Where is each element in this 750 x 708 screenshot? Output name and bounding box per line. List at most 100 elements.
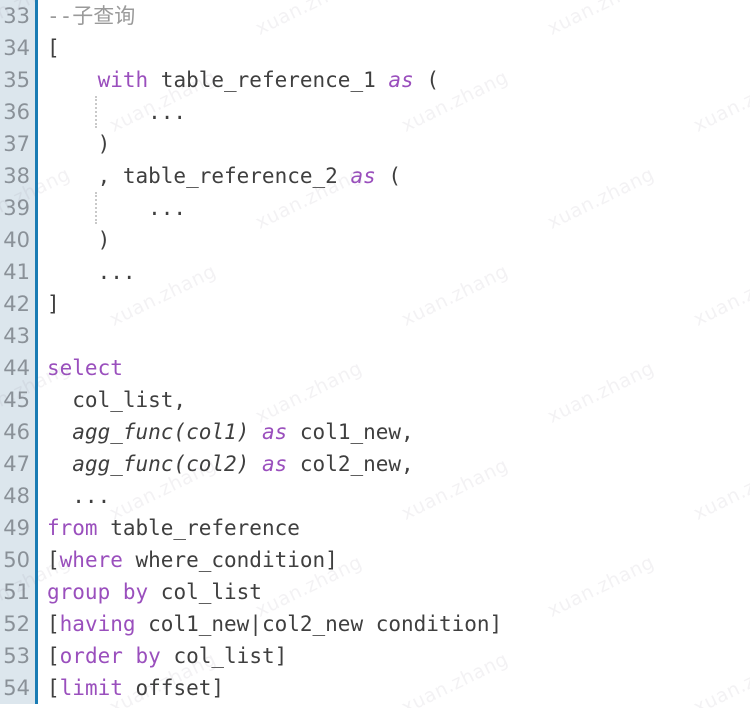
line-code[interactable]: --子查询 [38,0,750,32]
line-number[interactable]: 40 [0,224,38,256]
code-token: col_list, [47,388,187,412]
line-number[interactable]: 53 [0,640,38,672]
line-code[interactable]: ... [38,96,750,128]
line-number[interactable]: 38 [0,160,38,192]
line-number[interactable]: 45 [0,384,38,416]
code-token: as [261,452,288,476]
line-number[interactable]: 51 [0,576,38,608]
code-token: table_reference [97,516,300,540]
code-token: with [97,68,149,92]
code-line[interactable]: 41 ... [0,256,750,288]
line-number[interactable]: 46 [0,416,38,448]
code-editor[interactable]: 33 --子查询 34 [35 with table_reference_1 as (… [0,0,750,708]
line-code[interactable]: ... [38,192,750,224]
code-line[interactable]: 50 [where where_condition] [0,544,750,576]
line-code[interactable]: [where where_condition] [38,544,750,576]
line-number[interactable]: 50 [0,544,38,576]
line-code[interactable]: group by col_list [38,576,750,608]
line-number[interactable]: 44 [0,352,38,384]
code-token: select [47,356,123,380]
line-number[interactable]: 35 [0,64,38,96]
code-token: as [350,164,376,188]
line-number[interactable]: 37 [0,128,38,160]
code-token: agg_func(col1) [72,420,250,444]
code-token: group by [47,580,149,604]
code-token: ) [47,228,111,252]
line-code[interactable]: ] [38,288,750,320]
line-code[interactable]: , table_reference_2 as ( [38,160,750,192]
line-number[interactable]: 34 [0,32,38,64]
line-code[interactable]: [having col1_new|col2_new condition] [38,608,750,640]
code-line[interactable]: 48 ... [0,480,750,512]
line-code[interactable]: [ [38,32,750,64]
line-number[interactable]: 49 [0,512,38,544]
code-token: ) [47,132,111,156]
code-token: agg_func(col2) [72,452,250,476]
code-token: ] [47,292,60,316]
line-code[interactable]: select [38,352,750,384]
code-line[interactable]: 46 agg_func(col1) as col1_new, [0,416,750,448]
code-line[interactable]: 45 col_list, [0,384,750,416]
code-token: col1_new, [287,420,414,444]
line-code[interactable]: col_list, [38,384,750,416]
line-number[interactable]: 41 [0,256,38,288]
line-number[interactable]: 43 [0,320,38,352]
code-token: ... [47,484,111,508]
line-code[interactable]: ) [38,224,750,256]
line-number[interactable]: 52 [0,608,38,640]
code-token: col2_new, [287,452,414,476]
code-token: ( [375,164,402,188]
code-token: --子查询 [47,4,136,28]
code-line[interactable]: 53 [order by col_list] [0,640,750,672]
code-line[interactable]: 43 [0,320,750,352]
code-line[interactable]: 44 select [0,352,750,384]
line-number[interactable]: 33 [0,0,38,32]
line-code[interactable]: ... [38,256,750,288]
line-number[interactable]: 36 [0,96,38,128]
code-token: where_condition] [122,548,338,572]
code-line[interactable]: 49 from table_reference [0,512,750,544]
code-line[interactable]: 34 [ [0,32,750,64]
line-number[interactable]: 39 [0,192,38,224]
code-token: offset] [122,676,225,700]
code-line[interactable]: 54 [limit offset] [0,672,750,704]
line-number[interactable]: 42 [0,288,38,320]
line-code[interactable] [38,320,750,352]
code-token: col_list [148,580,262,604]
code-line[interactable]: 52 [having col1_new|col2_new condition] [0,608,750,640]
code-token: as [261,420,288,444]
line-code[interactable]: agg_func(col1) as col1_new, [38,416,750,448]
code-line[interactable]: 47 agg_func(col2) as col2_new, [0,448,750,480]
code-token: where [59,548,123,572]
code-line[interactable]: 42] [0,288,750,320]
line-code[interactable]: with table_reference_1 as ( [38,64,750,96]
line-number[interactable]: 54 [0,672,38,704]
line-code[interactable]: ... [38,480,750,512]
line-code[interactable]: ) [38,128,750,160]
code-line[interactable]: 38 , table_reference_2 as ( [0,160,750,192]
code-line[interactable]: 33 --子查询 [0,0,750,32]
line-code[interactable]: from table_reference [38,512,750,544]
code-token: [ [47,644,60,668]
code-token: [ [47,36,60,60]
line-code[interactable]: agg_func(col2) as col2_new, [38,448,750,480]
code-lines-container[interactable]: 33 --子查询 34 [35 with table_reference_1 as (… [0,0,750,708]
code-line[interactable]: 36 ... [0,96,750,128]
code-token: ... [47,196,187,220]
code-line[interactable]: 51 group by col_list [0,576,750,608]
line-code[interactable]: [limit offset] [38,672,750,704]
code-line[interactable]: 35 with table_reference_1 as ( [0,64,750,96]
line-number[interactable]: 48 [0,480,38,512]
line-number[interactable]: 47 [0,448,38,480]
line-code[interactable]: [order by col_list] [38,640,750,672]
code-token: order by [59,644,161,668]
code-token: ... [47,260,136,284]
code-token: table_reference_1 [148,68,389,92]
code-line[interactable]: 40 ) [0,224,750,256]
code-line[interactable]: 37 ) [0,128,750,160]
code-line[interactable]: 39 ... [0,192,750,224]
code-token: from [47,516,98,540]
